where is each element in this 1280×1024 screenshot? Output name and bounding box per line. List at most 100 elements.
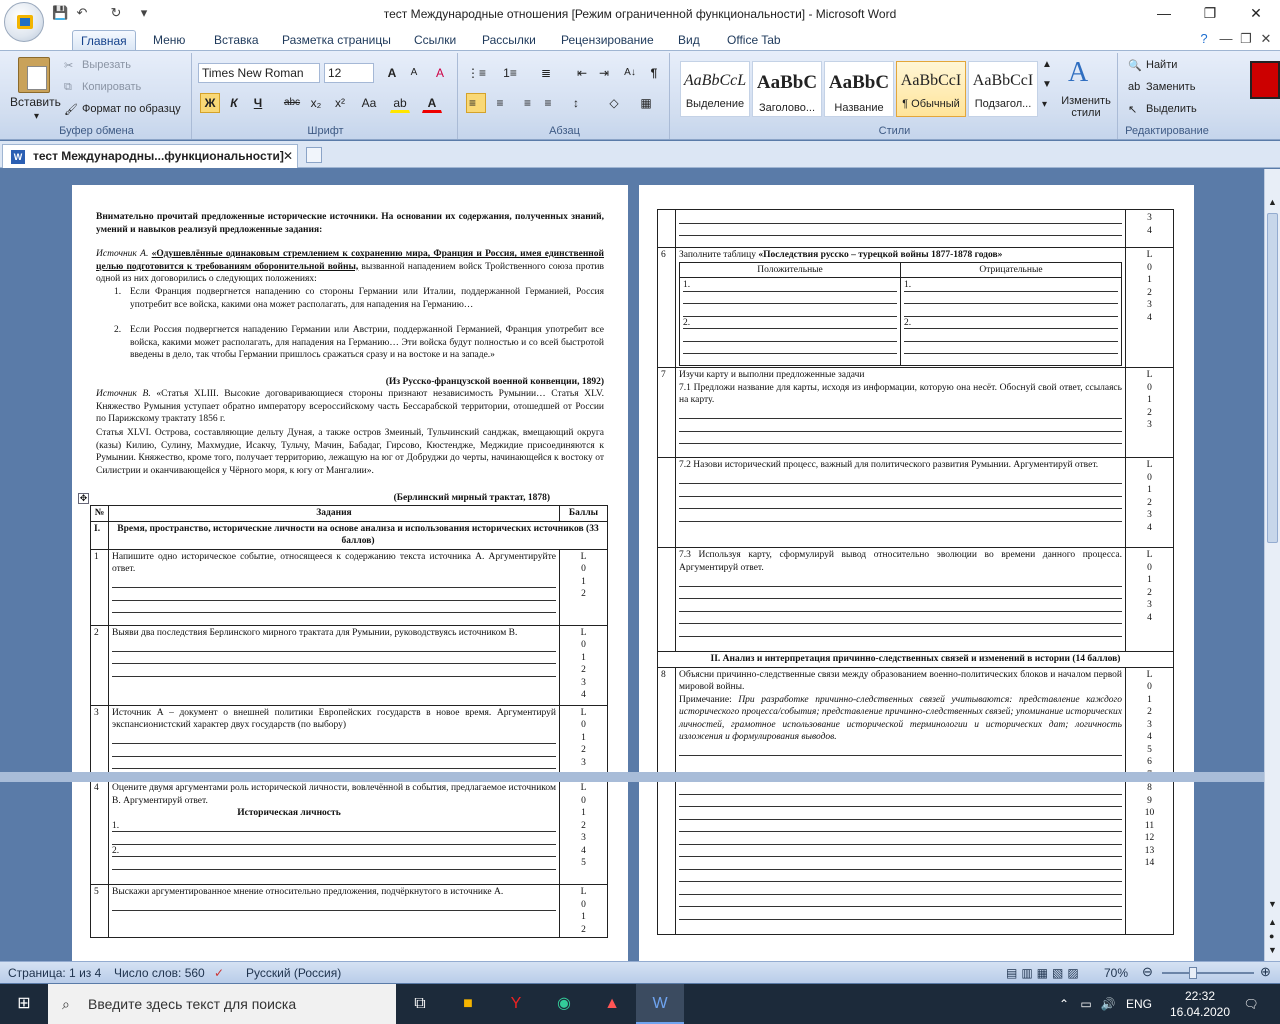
superscript-button[interactable]: x²	[330, 93, 350, 113]
style-heading1[interactable]: AaBbC Заголово...	[752, 61, 822, 117]
notifications-icon[interactable]: 🗨	[1236, 984, 1266, 1024]
help-icon[interactable]: ?	[1196, 31, 1212, 47]
numbering-button[interactable]: 1≡	[500, 63, 520, 83]
scrollbar-thumb[interactable]	[1267, 213, 1278, 543]
change-styles-button[interactable]: Изменить стили	[1058, 95, 1114, 119]
show-marks-button[interactable]: ¶	[644, 63, 664, 83]
replace-button[interactable]: Заменить	[1146, 81, 1195, 93]
grow-font-icon[interactable]: A	[382, 63, 402, 83]
ribbon-restore-icon[interactable]: ❐	[1238, 31, 1254, 47]
font-family-select[interactable]: Times New Roman	[198, 63, 320, 83]
zoom-level[interactable]: 70%	[1104, 966, 1128, 980]
taskbar-search[interactable]: ⌕ Введите здесь текст для поиска	[48, 984, 396, 1024]
paste-button[interactable]: Вставить	[10, 95, 61, 109]
multilevel-list-button[interactable]: ≣	[536, 63, 556, 83]
input-language[interactable]: ENG	[1124, 984, 1154, 1024]
styles-scroll-up-icon[interactable]: ▲	[1042, 59, 1052, 70]
tab-mailings[interactable]: Рассылки	[474, 30, 544, 50]
close-button[interactable]: ✕	[1233, 0, 1279, 28]
document-tab-close-icon[interactable]: ✕	[283, 145, 293, 167]
find-button[interactable]: Найти	[1146, 59, 1177, 71]
underline-button[interactable]: Ч	[248, 93, 268, 113]
zoom-in-icon[interactable]: ⊕	[1260, 964, 1271, 980]
zoom-out-icon[interactable]: ⊖	[1142, 964, 1153, 980]
browse-object-icon[interactable]: ●	[1269, 931, 1274, 941]
sort-button[interactable]: A↓	[620, 63, 640, 83]
view-buttons[interactable]: ▤▥▦▧▨	[1006, 966, 1083, 980]
tab-office-tab[interactable]: Office Tab	[719, 30, 789, 50]
tab-page-layout[interactable]: Разметка страницы	[274, 30, 399, 50]
chrome-icon[interactable]: ◉	[540, 984, 588, 1024]
select-button[interactable]: Выделить	[1146, 103, 1197, 115]
borders-button[interactable]: ▦	[636, 93, 656, 113]
increase-indent-button[interactable]: ⇥	[594, 63, 614, 83]
tray-chevron-icon[interactable]: ⌃	[1054, 984, 1074, 1024]
scroll-down-icon[interactable]: ▼	[1268, 899, 1277, 909]
ribbon-minimize-icon[interactable]: —	[1218, 31, 1234, 47]
style-subtitle[interactable]: AaBbCcI Подзагол...	[968, 61, 1038, 117]
change-styles-icon[interactable]: A	[1068, 57, 1088, 89]
tab-insert[interactable]: Вставка	[206, 30, 267, 50]
overlay-app-icon[interactable]	[1250, 61, 1280, 99]
tab-menu[interactable]: Меню	[145, 30, 193, 50]
styles-scroll-down-icon[interactable]: ▼	[1042, 79, 1052, 90]
start-windows-icon[interactable]: ⊞	[0, 984, 48, 1024]
format-painter-button[interactable]: Формат по образцу	[82, 103, 181, 115]
clear-format-icon[interactable]: A	[430, 63, 450, 83]
tab-review[interactable]: Рецензирование	[553, 30, 662, 50]
style-normal[interactable]: AaBbCcI ¶ Обычный	[896, 61, 966, 117]
subscript-button[interactable]: x₂	[306, 93, 326, 113]
tab-home[interactable]: Главная	[72, 30, 136, 50]
align-left-button[interactable]: ≡	[466, 93, 486, 113]
change-case-button[interactable]: Aa	[356, 93, 382, 113]
highlight-button[interactable]: ab	[390, 93, 410, 113]
yandex-browser-icon[interactable]: Y	[492, 984, 540, 1024]
restore-button[interactable]: ❐	[1187, 0, 1233, 28]
ribbon-close-icon[interactable]: ✕	[1258, 31, 1274, 47]
font-size-select[interactable]: 12	[324, 63, 374, 83]
page-count[interactable]: Страница: 1 из 4	[8, 966, 101, 980]
task-view-icon[interactable]: ⧉	[396, 984, 444, 1024]
language-indicator[interactable]: Русский (Россия)	[246, 966, 341, 980]
styles-more-icon[interactable]: ▾	[1042, 99, 1047, 110]
paste-dropdown-icon[interactable]: ▾	[34, 111, 39, 122]
strikethrough-button[interactable]: abc	[282, 93, 302, 113]
scroll-up-icon[interactable]: ▲	[1268, 197, 1277, 207]
volume-icon[interactable]: 🔊	[1098, 984, 1118, 1024]
store-icon[interactable]: ■	[444, 984, 492, 1024]
word-taskbar-icon[interactable]: W	[636, 984, 684, 1024]
spelling-check-icon[interactable]: ✓	[214, 966, 224, 980]
table-move-handle-icon[interactable]: ✥	[78, 493, 89, 504]
shading-button[interactable]: ◇	[604, 93, 624, 113]
justify-button[interactable]: ≡	[538, 93, 558, 113]
minimize-button[interactable]: —	[1141, 0, 1187, 28]
font-color-button[interactable]: A	[422, 93, 442, 113]
new-tab-icon[interactable]	[306, 147, 322, 163]
pdf-reader-icon[interactable]: ▲	[588, 984, 636, 1024]
clock[interactable]: 22:32 16.04.2020	[1168, 984, 1232, 1024]
zoom-slider-track[interactable]	[1162, 972, 1254, 974]
word-count[interactable]: Число слов: 560	[114, 966, 205, 980]
style-emphasis[interactable]: AaBbCcL Выделение	[680, 61, 750, 117]
line-spacing-button[interactable]: ↕	[566, 93, 586, 113]
italic-button[interactable]: К	[224, 93, 244, 113]
shrink-font-icon[interactable]: A	[404, 63, 424, 83]
paste-icon[interactable]	[18, 57, 50, 93]
decrease-indent-button[interactable]: ⇤	[572, 63, 592, 83]
network-icon[interactable]: ▭	[1076, 984, 1096, 1024]
copy-button[interactable]: Копировать	[82, 81, 141, 93]
cut-button[interactable]: Вырезать	[82, 59, 131, 71]
next-page-icon[interactable]: ▼	[1268, 945, 1277, 955]
bold-button[interactable]: Ж	[200, 93, 220, 113]
vertical-scrollbar[interactable]: ▲ ▼ ▲ ● ▼	[1264, 169, 1280, 961]
align-right-button[interactable]: ≡	[514, 93, 534, 113]
prev-page-icon[interactable]: ▲	[1268, 917, 1277, 927]
zoom-slider-thumb[interactable]	[1188, 967, 1197, 979]
tab-references[interactable]: Ссылки	[406, 30, 464, 50]
style-title[interactable]: AaBbC Название	[824, 61, 894, 117]
office-button[interactable]	[4, 2, 44, 42]
tab-view[interactable]: Вид	[670, 30, 708, 50]
bullets-button[interactable]: ⋮≡	[466, 63, 486, 83]
align-center-button[interactable]: ≡	[490, 93, 510, 113]
document-tab[interactable]: W тест Международны...функциональности] …	[2, 144, 298, 168]
